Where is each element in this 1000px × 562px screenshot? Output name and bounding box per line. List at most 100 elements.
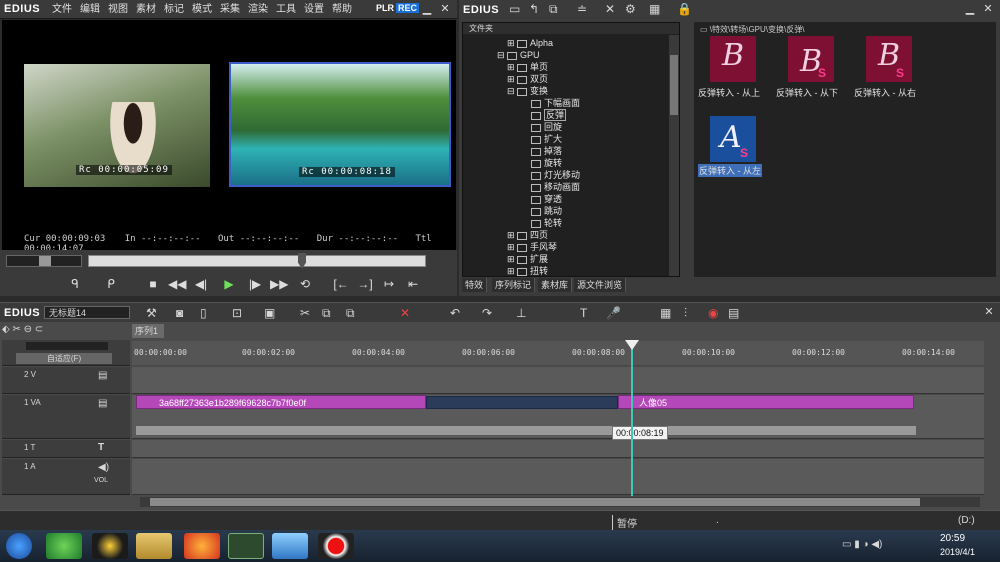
- fast-forward-icon[interactable]: ▶▶: [270, 276, 288, 292]
- effect-thumbnail-left[interactable]: AS: [710, 116, 756, 162]
- menu-mode[interactable]: 模式: [188, 0, 216, 19]
- overwrite-icon[interactable]: →]: [356, 276, 374, 292]
- app-icon-green[interactable]: [46, 533, 82, 559]
- save-icon[interactable]: ▣: [264, 306, 275, 320]
- tab-sequence-marker[interactable]: 序列标记: [492, 278, 536, 292]
- track-icon[interactable]: ▤: [98, 370, 107, 381]
- menu-clip[interactable]: 素材: [132, 0, 160, 19]
- transition[interactable]: [426, 396, 618, 409]
- clip-2[interactable]: 人像05: [618, 395, 914, 409]
- play-icon[interactable]: ▶: [220, 276, 238, 292]
- sequence-tab[interactable]: 序列1: [132, 324, 164, 338]
- tree-item[interactable]: ⊞ 四页: [507, 229, 548, 241]
- rec-toggle[interactable]: REC: [396, 3, 420, 13]
- camera-icon[interactable]: ◙: [176, 306, 183, 320]
- tree-item[interactable]: ⊞ 手风琴: [507, 241, 557, 253]
- up-folder-icon[interactable]: ↰: [529, 2, 539, 16]
- render-icon[interactable]: ◉: [708, 306, 718, 320]
- qq-icon[interactable]: [92, 533, 128, 559]
- menu-settings[interactable]: 设置: [300, 0, 328, 19]
- tree-item[interactable]: 扩大: [531, 133, 562, 145]
- lock-icon[interactable]: 🔒: [677, 2, 692, 16]
- tree-item[interactable]: ⊟ 变换: [507, 85, 548, 97]
- project-name[interactable]: 无标题14: [44, 306, 130, 319]
- view-icon[interactable]: ▦: [649, 2, 660, 16]
- undo-icon[interactable]: ↶: [450, 306, 460, 320]
- tree-item[interactable]: 跳动: [531, 205, 562, 217]
- cut-icon[interactable]: ✂: [300, 306, 310, 320]
- tree-item[interactable]: 穿透: [531, 193, 562, 205]
- set-in-icon[interactable]: ᑫ: [66, 276, 84, 292]
- menu-marker[interactable]: 标记: [160, 0, 188, 19]
- grid-icon[interactable]: ▦: [660, 306, 671, 320]
- tab-source-browser[interactable]: 源文件浏览: [574, 278, 627, 292]
- effect-thumbnail-right[interactable]: BS: [866, 36, 912, 82]
- firefox-icon[interactable]: [184, 533, 220, 559]
- timeline-scrollbar[interactable]: [140, 497, 980, 507]
- track-icon[interactable]: ▤: [98, 398, 107, 409]
- fit-dropdown[interactable]: 自适应(F): [16, 353, 112, 364]
- position-handle[interactable]: [298, 253, 306, 269]
- tab-effects[interactable]: 特效: [462, 278, 488, 292]
- menu-file[interactable]: 文件: [48, 0, 76, 19]
- new-file-icon[interactable]: ▯: [200, 306, 207, 320]
- menu-help[interactable]: 帮助: [328, 0, 356, 19]
- folder-icon[interactable]: ▭: [509, 2, 520, 16]
- stop-icon[interactable]: ■: [144, 276, 162, 292]
- tree-item[interactable]: 移动画面: [531, 181, 580, 193]
- loop-icon[interactable]: ⟲: [296, 276, 314, 292]
- step-forward-icon[interactable]: |▶: [246, 276, 264, 292]
- align-icon[interactable]: ≐: [577, 2, 587, 16]
- app-icon-blue[interactable]: [272, 533, 308, 559]
- mixer-icon[interactable]: ⫶: [684, 306, 687, 321]
- shuttle-slider[interactable]: [6, 255, 82, 267]
- record-icon[interactable]: [318, 533, 354, 559]
- tree-item-selected[interactable]: 反弹: [531, 109, 567, 121]
- menu-tools[interactable]: 工具: [272, 0, 300, 19]
- tab-bin[interactable]: 素材库: [538, 278, 573, 292]
- open-icon[interactable]: ⊡: [232, 306, 242, 320]
- bin-minimize-icon[interactable]: ▁: [963, 2, 977, 16]
- microphone-icon[interactable]: 🎤: [606, 306, 621, 320]
- tree-item[interactable]: ⊞ 扩展: [507, 253, 548, 265]
- match-frame-icon[interactable]: ↦: [380, 276, 398, 292]
- copy-icon[interactable]: ⧉: [549, 2, 558, 17]
- menu-render[interactable]: 渲染: [244, 0, 272, 19]
- new-sequence-icon[interactable]: ⚒: [146, 306, 157, 320]
- menu-view[interactable]: 视图: [104, 0, 132, 19]
- tree-item[interactable]: 轮转: [531, 217, 562, 229]
- track-1va[interactable]: 3a68ff27363e1b289f69628c7b7f0e0f 人像05: [132, 395, 984, 439]
- insert-icon[interactable]: [←: [332, 276, 350, 292]
- copy-icon[interactable]: ⧉: [322, 306, 331, 321]
- explorer-icon[interactable]: [136, 533, 172, 559]
- title-icon[interactable]: T: [580, 306, 587, 320]
- effect-thumbnail-bottom[interactable]: BS: [788, 36, 834, 82]
- tree-item[interactable]: ⊞ 扭转: [507, 265, 548, 276]
- timeline-ruler[interactable]: 00:00:00:00 00:00:02:00 00:00:04:00 00:0…: [132, 341, 984, 365]
- title-track-icon[interactable]: T: [98, 442, 104, 453]
- delete-icon[interactable]: ✕: [605, 2, 615, 16]
- clip-1[interactable]: 3a68ff27363e1b289f69628c7b7f0e0f: [136, 395, 426, 409]
- close-icon[interactable]: ✕: [438, 2, 452, 16]
- paste-icon[interactable]: ⧉: [346, 306, 355, 321]
- layout-icon[interactable]: ▤: [728, 306, 739, 320]
- speaker-icon[interactable]: ◀): [98, 462, 109, 473]
- bin-close-icon[interactable]: ✕: [981, 2, 995, 16]
- audio-waveform[interactable]: [136, 426, 916, 435]
- plr-toggle[interactable]: PLR: [376, 3, 394, 13]
- tree-item[interactable]: 旋转: [531, 157, 562, 169]
- tree-item[interactable]: 下幅画面: [531, 97, 580, 109]
- tree-item[interactable]: ⊞ Alpha: [507, 37, 553, 49]
- effect-label[interactable]: 反弹转入 - 从下: [776, 86, 838, 99]
- tree-item[interactable]: 回旋: [531, 121, 562, 133]
- effect-label[interactable]: 反弹转入 - 从右: [854, 86, 916, 99]
- tool-icon[interactable]: ⬖ ✂ ⊖ ⊂: [2, 324, 43, 335]
- zoom-slider[interactable]: [26, 342, 108, 350]
- tree-item[interactable]: 掉落: [531, 145, 562, 157]
- menu-capture[interactable]: 采集: [216, 0, 244, 19]
- playhead-line[interactable]: [631, 341, 633, 496]
- effect-label-selected[interactable]: 反弹转入 - 从左: [698, 164, 762, 177]
- effect-label[interactable]: 反弹转入 - 从上: [698, 86, 760, 99]
- track-2v[interactable]: [132, 367, 984, 394]
- menu-edit[interactable]: 编辑: [76, 0, 104, 19]
